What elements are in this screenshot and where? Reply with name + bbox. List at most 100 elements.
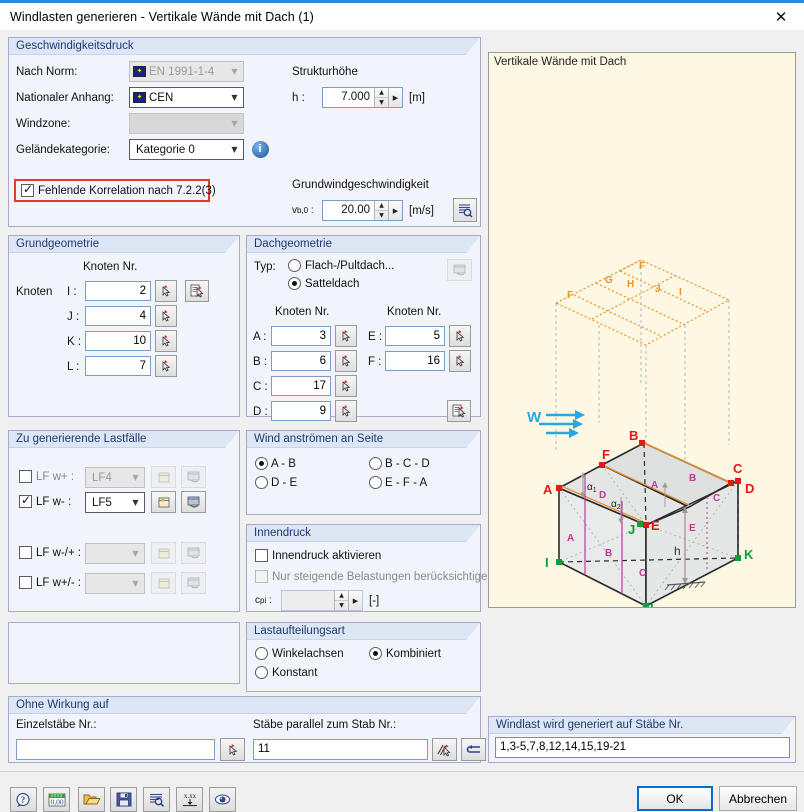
chevron-down-icon: ▼: [132, 579, 139, 588]
parallel-members-apply-button[interactable]: [461, 738, 486, 761]
roof-type-settings-button[interactable]: [447, 259, 472, 281]
node-k-input[interactable]: 10: [85, 331, 151, 351]
wind-side-ab-radio[interactable]: [255, 457, 268, 470]
close-button[interactable]: ✕: [758, 3, 804, 30]
roof-e-pick-button[interactable]: [449, 325, 471, 347]
internal-pressure-activate-checkbox[interactable]: [255, 549, 268, 562]
roof-c-input[interactable]: 17: [271, 376, 331, 396]
node-l-pick-button[interactable]: [155, 355, 177, 377]
roof-c-label: C :: [253, 381, 268, 393]
roof-type-flat-radio[interactable]: [288, 259, 301, 272]
height-spinner[interactable]: 7.000 ▲ ▼ ▶: [322, 87, 403, 108]
stepper-down-icon[interactable]: ▼: [335, 601, 348, 610]
lc-wplus-edit-button[interactable]: [181, 466, 206, 488]
annex-combo[interactable]: ✦ CEN ▼: [129, 87, 244, 108]
pick-member-icon: [229, 743, 237, 756]
lc-wplus-combo[interactable]: LF4 ▼: [85, 467, 145, 488]
pick-node-icon: [342, 330, 351, 342]
wind-side-de-radio[interactable]: [255, 476, 268, 489]
height-value: 7.000: [341, 91, 370, 103]
edit-load-case-icon: [187, 547, 199, 559]
node-l-input[interactable]: 7: [85, 356, 151, 376]
roof-a-input[interactable]: 3: [271, 326, 331, 346]
terrain-combo[interactable]: Kategorie 0 ▼: [129, 139, 244, 160]
svg-text:x.xx: x.xx: [183, 792, 196, 800]
windzone-combo[interactable]: ▼: [129, 113, 244, 134]
cancel-button[interactable]: Abbrechen: [719, 786, 797, 811]
basic-wind-more-icon[interactable]: ▶: [388, 201, 402, 220]
group-velocity-pressure: Geschwindigkeitsdruck Nach Norm: Nationa…: [8, 37, 481, 227]
roof-b-input[interactable]: 6: [271, 351, 331, 371]
roof-c-pick-button[interactable]: [335, 375, 357, 397]
basic-wind-spinner[interactable]: 20.00 ▲ ▼ ▶: [322, 200, 403, 221]
lc-wminus-combo[interactable]: LF5 ▼: [85, 492, 145, 513]
standard-combo-value: EN 1991-1-4: [149, 65, 215, 78]
base-geometry-col-header: Knoten Nr.: [83, 261, 138, 273]
lc-wminusplus-new-button[interactable]: [151, 542, 176, 564]
pick-node-icon: [456, 355, 465, 367]
load-dist-combined-radio[interactable]: [369, 647, 382, 660]
visibility-icon: [215, 794, 230, 805]
roof-d-input[interactable]: 9: [271, 401, 331, 421]
lc-wminus-edit-button[interactable]: [181, 491, 206, 513]
parallel-members-input[interactable]: 11: [253, 739, 428, 760]
lc-wminusplus-edit-button[interactable]: [181, 542, 206, 564]
lc-wminusplus-combo[interactable]: ▼: [85, 543, 145, 564]
roof-b-pick-button[interactable]: [335, 350, 357, 372]
height-more-icon[interactable]: ▶: [388, 88, 402, 107]
roof-nodes-list-button[interactable]: [447, 400, 471, 422]
roof-e-input[interactable]: 5: [385, 326, 445, 346]
height-stepper[interactable]: ▲ ▼: [374, 88, 388, 107]
single-members-input[interactable]: [16, 739, 215, 760]
wind-side-efa-radio[interactable]: [369, 476, 382, 489]
parallel-members-pick-button[interactable]: [432, 738, 457, 761]
roof-e-label: E :: [368, 331, 383, 343]
stepper-down-icon[interactable]: ▼: [375, 211, 388, 220]
lc-wplus-new-button[interactable]: [151, 466, 176, 488]
internal-pressure-rising-checkbox[interactable]: [255, 570, 268, 583]
roof-d-pick-button[interactable]: [335, 400, 357, 422]
node-j-input[interactable]: 4: [85, 306, 151, 326]
label-standard: Nach Norm:: [16, 66, 78, 78]
correlation-checkbox[interactable]: [21, 182, 34, 197]
load-dist-constant-radio[interactable]: [255, 666, 268, 679]
wind-side-bcd-radio[interactable]: [369, 457, 382, 470]
single-members-pick-button[interactable]: [220, 738, 245, 761]
lc-wplusminus-checkbox[interactable]: [19, 576, 32, 589]
lc-wminus-new-button[interactable]: [151, 491, 176, 513]
lc-wminus-checkbox[interactable]: [19, 493, 32, 508]
load-dist-angle-radio[interactable]: [255, 647, 268, 660]
stepper-up-icon[interactable]: ▲: [335, 591, 348, 601]
lc-wplusminus-new-button[interactable]: [151, 572, 176, 594]
wind-zone-map-button[interactable]: [453, 198, 477, 222]
group-velocity-pressure-legend: Geschwindigkeitsdruck: [9, 38, 480, 55]
node-i-pick-button[interactable]: [155, 280, 177, 302]
lc-wplusminus-edit-button[interactable]: [181, 572, 206, 594]
roof-f-input[interactable]: 16: [385, 351, 445, 371]
standard-combo[interactable]: ✦ EN 1991-1-4 ▼: [129, 61, 244, 82]
roof-type-gable-radio[interactable]: [288, 277, 301, 290]
stepper-up-icon[interactable]: ▲: [375, 88, 388, 98]
roof-f-pick-button[interactable]: [449, 350, 471, 372]
roof-a-pick-button[interactable]: [335, 325, 357, 347]
wind-side-de-label: D - E: [271, 477, 298, 489]
edit-load-case-icon: [187, 471, 199, 483]
cpi-spinner[interactable]: ▲ ▼ ▶: [281, 590, 363, 611]
pick-node-icon: [162, 310, 171, 322]
ok-button[interactable]: OK: [637, 786, 713, 811]
node-k-pick-button[interactable]: [155, 330, 177, 352]
terrain-info-button[interactable]: i: [250, 139, 270, 159]
node-label-D: D: [745, 481, 754, 496]
building-3d-diagram: F G H F J I A B C D A B C E W α1 α2 h A …: [527, 259, 754, 607]
cpi-stepper[interactable]: ▲ ▼: [334, 591, 348, 610]
cpi-more-icon[interactable]: ▶: [348, 591, 362, 610]
lc-wminusplus-checkbox[interactable]: [19, 546, 32, 559]
stepper-up-icon[interactable]: ▲: [375, 201, 388, 211]
basic-wind-stepper[interactable]: ▲ ▼: [374, 201, 388, 220]
node-j-pick-button[interactable]: [155, 305, 177, 327]
lc-wplusminus-combo[interactable]: ▼: [85, 573, 145, 594]
stepper-down-icon[interactable]: ▼: [375, 98, 388, 107]
node-i-input[interactable]: 2: [85, 281, 151, 301]
lc-wplus-checkbox[interactable]: [19, 470, 32, 483]
node-i-list-button[interactable]: [185, 280, 209, 302]
